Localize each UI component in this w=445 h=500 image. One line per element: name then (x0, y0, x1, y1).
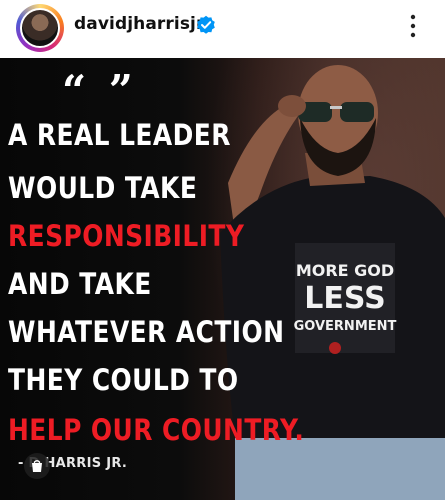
shopping-bag-icon (32, 460, 42, 472)
post-image[interactable]: MORE GOD LESS GOVERNMENT “ ” A REAL LEAD… (0, 58, 445, 500)
quote-line-2: WOULD TAKE (8, 171, 198, 205)
avatar[interactable] (20, 8, 60, 48)
quote-line-4: AND TAKE (8, 267, 152, 301)
post-header: davidjharrisjr (0, 0, 445, 58)
quote-line-6: THEY COULD TO (8, 363, 239, 397)
more-vertical-icon[interactable] (405, 12, 421, 40)
shop-tag-button[interactable] (24, 453, 50, 479)
shirt-text-line-1: MORE GOD (296, 261, 394, 280)
quote-line-7: HELP OUR COUNTRY. (8, 413, 305, 447)
shirt-text-line-3: GOVERNMENT (294, 319, 397, 334)
quote-line-5: WHATEVER ACTION (8, 315, 285, 349)
quote-marks: “ ” (62, 66, 137, 115)
shirt-text-line-2: LESS (304, 281, 385, 316)
quote-line-1: A REAL LEADER (8, 118, 231, 152)
username[interactable]: davidjharrisjr (74, 14, 204, 34)
verified-badge-icon (197, 15, 215, 34)
quote-line-3: RESPONSIBILITY (8, 219, 245, 253)
